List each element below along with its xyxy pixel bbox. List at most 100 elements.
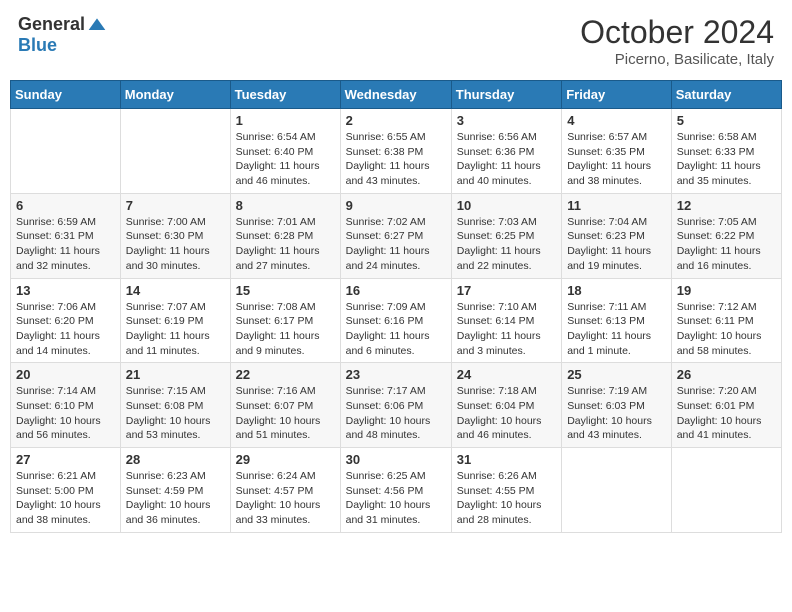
- day-detail: Sunrise: 7:16 AMSunset: 6:07 PMDaylight:…: [236, 384, 335, 443]
- calendar-cell: 22 Sunrise: 7:16 AMSunset: 6:07 PMDayligh…: [230, 363, 340, 448]
- calendar-cell: [120, 109, 230, 194]
- day-number: 22: [236, 367, 335, 382]
- calendar-week-row: 20 Sunrise: 7:14 AMSunset: 6:10 PMDayligh…: [11, 363, 782, 448]
- calendar-week-row: 1 Sunrise: 6:54 AMSunset: 6:40 PMDaylight…: [11, 109, 782, 194]
- day-detail: Sunrise: 7:14 AMSunset: 6:10 PMDaylight:…: [16, 384, 115, 443]
- calendar-cell: 13Sunrise: 7:06 AMSunset: 6:20 PMDayligh…: [11, 278, 121, 363]
- day-detail: Sunrise: 7:08 AMSunset: 6:17 PMDaylight:…: [236, 300, 335, 359]
- day-detail: Sunrise: 6:55 AMSunset: 6:38 PMDaylight:…: [346, 130, 446, 189]
- day-detail: Sunrise: 6:56 AMSunset: 6:36 PMDaylight:…: [457, 130, 556, 189]
- calendar-cell: 21 Sunrise: 7:15 AMSunset: 6:08 PMDayligh…: [120, 363, 230, 448]
- month-year-title: October 2024: [580, 14, 774, 51]
- calendar-cell: 25Sunrise: 7:19 AMSunset: 6:03 PMDayligh…: [562, 363, 672, 448]
- day-detail: Sunrise: 7:05 AMSunset: 6:22 PMDaylight:…: [677, 215, 776, 274]
- calendar-cell: 7 Sunrise: 7:00 AMSunset: 6:30 PMDaylight…: [120, 193, 230, 278]
- calendar-cell: 9 Sunrise: 7:02 AMSunset: 6:27 PMDaylight…: [340, 193, 451, 278]
- day-number: 6: [16, 198, 115, 213]
- day-detail: Sunrise: 7:03 AMSunset: 6:25 PMDaylight:…: [457, 215, 556, 274]
- title-block: October 2024 Picerno, Basilicate, Italy: [580, 14, 774, 68]
- calendar-cell: 4Sunrise: 6:57 AMSunset: 6:35 PMDaylight…: [562, 109, 672, 194]
- day-detail: Sunrise: 7:18 AMSunset: 6:04 PMDaylight:…: [457, 384, 556, 443]
- day-detail: Sunrise: 6:21 AMSunset: 5:00 PMDaylight:…: [16, 469, 115, 528]
- day-number: 25: [567, 367, 666, 382]
- day-detail: Sunrise: 6:58 AMSunset: 6:33 PMDaylight:…: [677, 130, 776, 189]
- day-number: 2: [346, 113, 446, 128]
- weekday-header-tuesday: Tuesday: [230, 81, 340, 109]
- calendar-cell: 19Sunrise: 7:12 AMSunset: 6:11 PMDayligh…: [671, 278, 781, 363]
- calendar-cell: 18 Sunrise: 7:11 AMSunset: 6:13 PMDayligh…: [562, 278, 672, 363]
- day-number: 26: [677, 367, 776, 382]
- calendar-cell: 14Sunrise: 7:07 AMSunset: 6:19 PMDayligh…: [120, 278, 230, 363]
- calendar-cell: 17 Sunrise: 7:10 AMSunset: 6:14 PMDayligh…: [451, 278, 561, 363]
- calendar-cell: 30 Sunrise: 6:25 AMSunset: 4:56 PMDayligh…: [340, 448, 451, 533]
- day-detail: Sunrise: 6:57 AMSunset: 6:35 PMDaylight:…: [567, 130, 666, 189]
- calendar-cell: 3 Sunrise: 6:56 AMSunset: 6:36 PMDaylight…: [451, 109, 561, 194]
- day-number: 21: [126, 367, 225, 382]
- calendar-cell: 5 Sunrise: 6:58 AMSunset: 6:33 PMDaylight…: [671, 109, 781, 194]
- day-detail: Sunrise: 7:04 AMSunset: 6:23 PMDaylight:…: [567, 215, 666, 274]
- weekday-header-sunday: Sunday: [11, 81, 121, 109]
- day-detail: Sunrise: 7:02 AMSunset: 6:27 PMDaylight:…: [346, 215, 446, 274]
- day-number: 10: [457, 198, 556, 213]
- logo-icon: [87, 15, 107, 35]
- calendar-cell: 10 Sunrise: 7:03 AMSunset: 6:25 PMDayligh…: [451, 193, 561, 278]
- day-detail: Sunrise: 7:06 AMSunset: 6:20 PMDaylight:…: [16, 300, 115, 359]
- calendar-cell: [562, 448, 672, 533]
- calendar-cell: 6Sunrise: 6:59 AMSunset: 6:31 PMDaylight…: [11, 193, 121, 278]
- calendar-week-row: 27Sunrise: 6:21 AMSunset: 5:00 PMDayligh…: [11, 448, 782, 533]
- calendar-cell: 28Sunrise: 6:23 AMSunset: 4:59 PMDayligh…: [120, 448, 230, 533]
- day-number: 15: [236, 283, 335, 298]
- calendar-table: SundayMondayTuesdayWednesdayThursdayFrid…: [10, 80, 782, 533]
- day-detail: Sunrise: 7:11 AMSunset: 6:13 PMDaylight:…: [567, 300, 666, 359]
- day-number: 29: [236, 452, 335, 467]
- day-number: 8: [236, 198, 335, 213]
- calendar-cell: 29 Sunrise: 6:24 AMSunset: 4:57 PMDayligh…: [230, 448, 340, 533]
- logo-blue: Blue: [18, 35, 57, 55]
- day-number: 18: [567, 283, 666, 298]
- weekday-header-monday: Monday: [120, 81, 230, 109]
- day-detail: Sunrise: 6:25 AMSunset: 4:56 PMDaylight:…: [346, 469, 446, 528]
- calendar-cell: 11 Sunrise: 7:04 AMSunset: 6:23 PMDayligh…: [562, 193, 672, 278]
- weekday-header-thursday: Thursday: [451, 81, 561, 109]
- calendar-cell: 8Sunrise: 7:01 AMSunset: 6:28 PMDaylight…: [230, 193, 340, 278]
- logo: General Blue: [18, 14, 107, 56]
- day-number: 3: [457, 113, 556, 128]
- calendar-cell: 12 Sunrise: 7:05 AMSunset: 6:22 PMDayligh…: [671, 193, 781, 278]
- calendar-cell: 20 Sunrise: 7:14 AMSunset: 6:10 PMDayligh…: [11, 363, 121, 448]
- day-number: 7: [126, 198, 225, 213]
- day-detail: Sunrise: 7:17 AMSunset: 6:06 PMDaylight:…: [346, 384, 446, 443]
- day-number: 9: [346, 198, 446, 213]
- calendar-cell: 15 Sunrise: 7:08 AMSunset: 6:17 PMDayligh…: [230, 278, 340, 363]
- day-detail: Sunrise: 7:00 AMSunset: 6:30 PMDaylight:…: [126, 215, 225, 274]
- day-number: 20: [16, 367, 115, 382]
- calendar-cell: 16 Sunrise: 7:09 AMSunset: 6:16 PMDayligh…: [340, 278, 451, 363]
- day-number: 30: [346, 452, 446, 467]
- day-number: 19: [677, 283, 776, 298]
- day-detail: Sunrise: 7:07 AMSunset: 6:19 PMDaylight:…: [126, 300, 225, 359]
- calendar-cell: [11, 109, 121, 194]
- day-number: 1: [236, 113, 335, 128]
- day-detail: Sunrise: 6:24 AMSunset: 4:57 PMDaylight:…: [236, 469, 335, 528]
- day-number: 17: [457, 283, 556, 298]
- calendar-cell: 26Sunrise: 7:20 AMSunset: 6:01 PMDayligh…: [671, 363, 781, 448]
- day-number: 11: [567, 198, 666, 213]
- day-number: 23: [346, 367, 446, 382]
- day-number: 16: [346, 283, 446, 298]
- day-number: 5: [677, 113, 776, 128]
- page-header: General Blue October 2024 Picerno, Basil…: [10, 10, 782, 72]
- day-detail: Sunrise: 7:15 AMSunset: 6:08 PMDaylight:…: [126, 384, 225, 443]
- calendar-cell: [671, 448, 781, 533]
- day-detail: Sunrise: 6:23 AMSunset: 4:59 PMDaylight:…: [126, 469, 225, 528]
- day-number: 31: [457, 452, 556, 467]
- day-detail: Sunrise: 7:10 AMSunset: 6:14 PMDaylight:…: [457, 300, 556, 359]
- day-detail: Sunrise: 6:54 AMSunset: 6:40 PMDaylight:…: [236, 130, 335, 189]
- day-number: 24: [457, 367, 556, 382]
- calendar-cell: 23 Sunrise: 7:17 AMSunset: 6:06 PMDayligh…: [340, 363, 451, 448]
- weekday-header-row: SundayMondayTuesdayWednesdayThursdayFrid…: [11, 81, 782, 109]
- day-number: 12: [677, 198, 776, 213]
- location-subtitle: Picerno, Basilicate, Italy: [580, 51, 774, 68]
- day-detail: Sunrise: 7:09 AMSunset: 6:16 PMDaylight:…: [346, 300, 446, 359]
- calendar-cell: 1 Sunrise: 6:54 AMSunset: 6:40 PMDaylight…: [230, 109, 340, 194]
- calendar-cell: 24 Sunrise: 7:18 AMSunset: 6:04 PMDayligh…: [451, 363, 561, 448]
- calendar-cell: 2 Sunrise: 6:55 AMSunset: 6:38 PMDaylight…: [340, 109, 451, 194]
